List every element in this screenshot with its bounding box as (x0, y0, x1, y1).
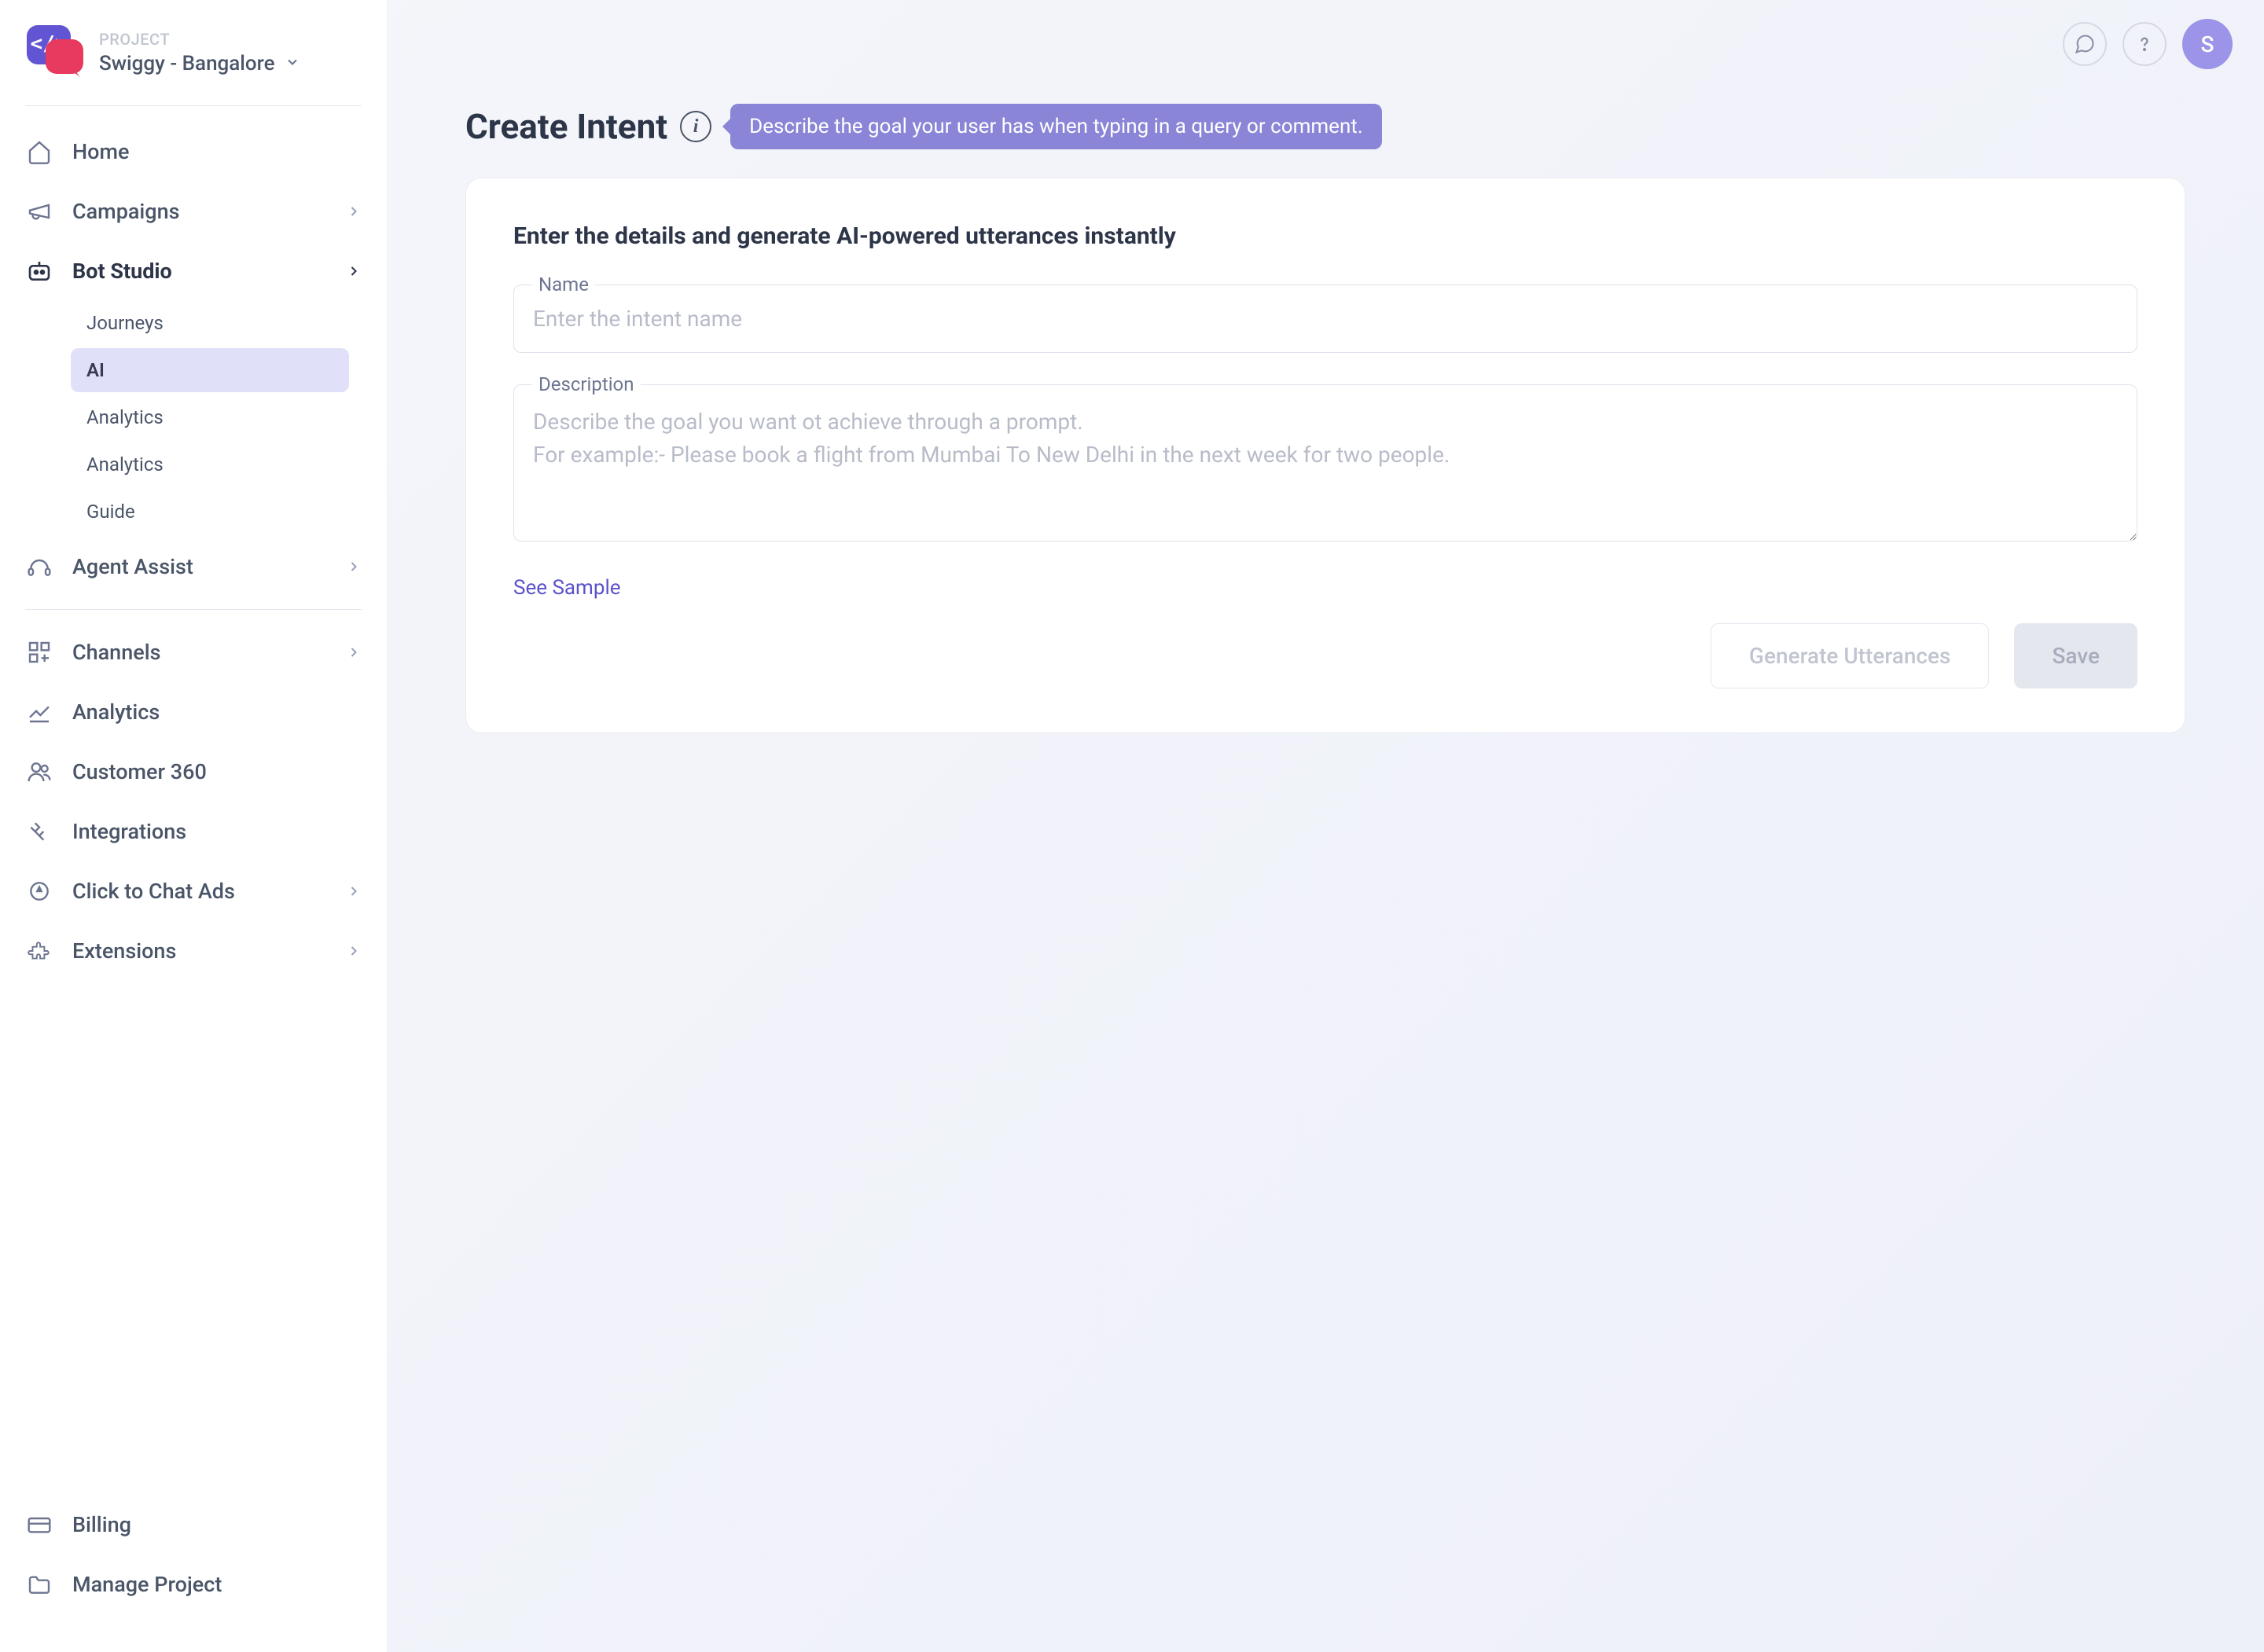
nav-label: Home (72, 139, 362, 164)
subnav-analytics-1[interactable]: Analytics (71, 395, 349, 439)
chevron-right-icon (346, 263, 362, 279)
generate-utterances-button[interactable]: Generate Utterances (1711, 623, 1990, 688)
main-content: S Create Intent i Describe the goal your… (387, 0, 2264, 1652)
nav-billing[interactable]: Billing (0, 1495, 387, 1555)
nav-click-to-chat[interactable]: Click to Chat Ads (0, 861, 387, 921)
name-label: Name (532, 273, 595, 296)
page-title: Create Intent (465, 106, 667, 147)
megaphone-icon (25, 197, 53, 226)
nav-integrations[interactable]: Integrations (0, 802, 387, 861)
folder-icon (25, 1570, 53, 1599)
chat-button[interactable] (2063, 22, 2107, 66)
app-logo: </> (25, 22, 86, 83)
nav-label: Analytics (72, 699, 362, 725)
nav-label: Billing (72, 1512, 362, 1537)
subnav-analytics-2[interactable]: Analytics (71, 442, 349, 486)
see-sample-link[interactable]: See Sample (513, 576, 621, 600)
info-icon[interactable]: i (680, 111, 711, 142)
nav-campaigns[interactable]: Campaigns (0, 182, 387, 241)
nav-label: Campaigns (72, 199, 327, 224)
nav-extensions[interactable]: Extensions (0, 921, 387, 981)
page-header: Create Intent i Describe the goal your u… (465, 104, 2185, 149)
chevron-right-icon (346, 559, 362, 575)
sidebar: </> PROJECT Swiggy - Bangalore Home (0, 0, 387, 1652)
nav-bottom: Billing Manage Project (0, 1495, 387, 1614)
plug-icon (25, 817, 53, 846)
nav-label: Bot Studio (72, 259, 327, 284)
nav-label: Customer 360 (72, 759, 362, 784)
description-field-group: Description (513, 384, 2137, 545)
project-name: Swiggy - Bangalore (99, 52, 275, 75)
project-info: PROJECT Swiggy - Bangalore (99, 30, 362, 75)
subnav-journeys[interactable]: Journeys (71, 301, 349, 345)
nav-label: Manage Project (72, 1572, 362, 1597)
nav-label: Extensions (72, 938, 327, 964)
user-avatar[interactable]: S (2182, 19, 2233, 69)
topbar: S (387, 0, 2264, 88)
nav-customer-360[interactable]: Customer 360 (0, 742, 387, 802)
question-icon (2134, 33, 2156, 55)
intent-name-input[interactable] (513, 285, 2137, 353)
divider (25, 609, 362, 610)
nav-bot-studio[interactable]: Bot Studio (0, 241, 387, 301)
nav-agent-assist[interactable]: Agent Assist (0, 537, 387, 597)
intent-description-input[interactable] (513, 384, 2137, 541)
chat-bubble-icon (2074, 33, 2096, 55)
project-selector[interactable]: Swiggy - Bangalore (99, 49, 362, 75)
chevron-down-icon (285, 54, 300, 70)
headset-icon (25, 553, 53, 581)
nav-label: Integrations (72, 819, 362, 844)
form-card: Enter the details and generate AI-powere… (465, 178, 2185, 733)
project-label: PROJECT (99, 30, 362, 49)
save-button[interactable]: Save (2014, 623, 2137, 688)
nav-manage-project[interactable]: Manage Project (0, 1555, 387, 1614)
bot-icon (25, 257, 53, 285)
chevron-right-icon (346, 943, 362, 959)
credit-card-icon (25, 1511, 53, 1539)
nav-label: Channels (72, 640, 327, 665)
tooltip: Describe the goal your user has when typ… (730, 104, 1382, 149)
nav-label: Agent Assist (72, 554, 327, 579)
cursor-click-icon (25, 877, 53, 905)
grid-icon (25, 638, 53, 666)
users-icon (25, 758, 53, 786)
nav-home[interactable]: Home (0, 122, 387, 182)
subnav-ai[interactable]: AI (71, 348, 349, 392)
navigation: Home Campaigns Bot Studio Journeys AI An… (0, 106, 387, 1630)
chart-icon (25, 698, 53, 726)
help-button[interactable] (2122, 22, 2167, 66)
subnav-guide[interactable]: Guide (71, 490, 349, 534)
content-area: Create Intent i Describe the goal your u… (387, 88, 2264, 749)
avatar-initial: S (2201, 31, 2214, 57)
subnav-bot-studio: Journeys AI Analytics Analytics Guide (0, 301, 387, 537)
puzzle-icon (25, 937, 53, 965)
home-icon (25, 138, 53, 166)
chevron-right-icon (346, 204, 362, 219)
chevron-right-icon (346, 644, 362, 660)
name-field-group: Name (513, 285, 2137, 353)
nav-analytics[interactable]: Analytics (0, 682, 387, 742)
chevron-right-icon (346, 883, 362, 899)
sidebar-header: </> PROJECT Swiggy - Bangalore (25, 22, 362, 106)
description-label: Description (532, 373, 641, 395)
nav-channels[interactable]: Channels (0, 622, 387, 682)
nav-label: Click to Chat Ads (72, 879, 327, 904)
button-row: Generate Utterances Save (513, 623, 2137, 688)
card-heading: Enter the details and generate AI-powere… (513, 222, 2137, 250)
